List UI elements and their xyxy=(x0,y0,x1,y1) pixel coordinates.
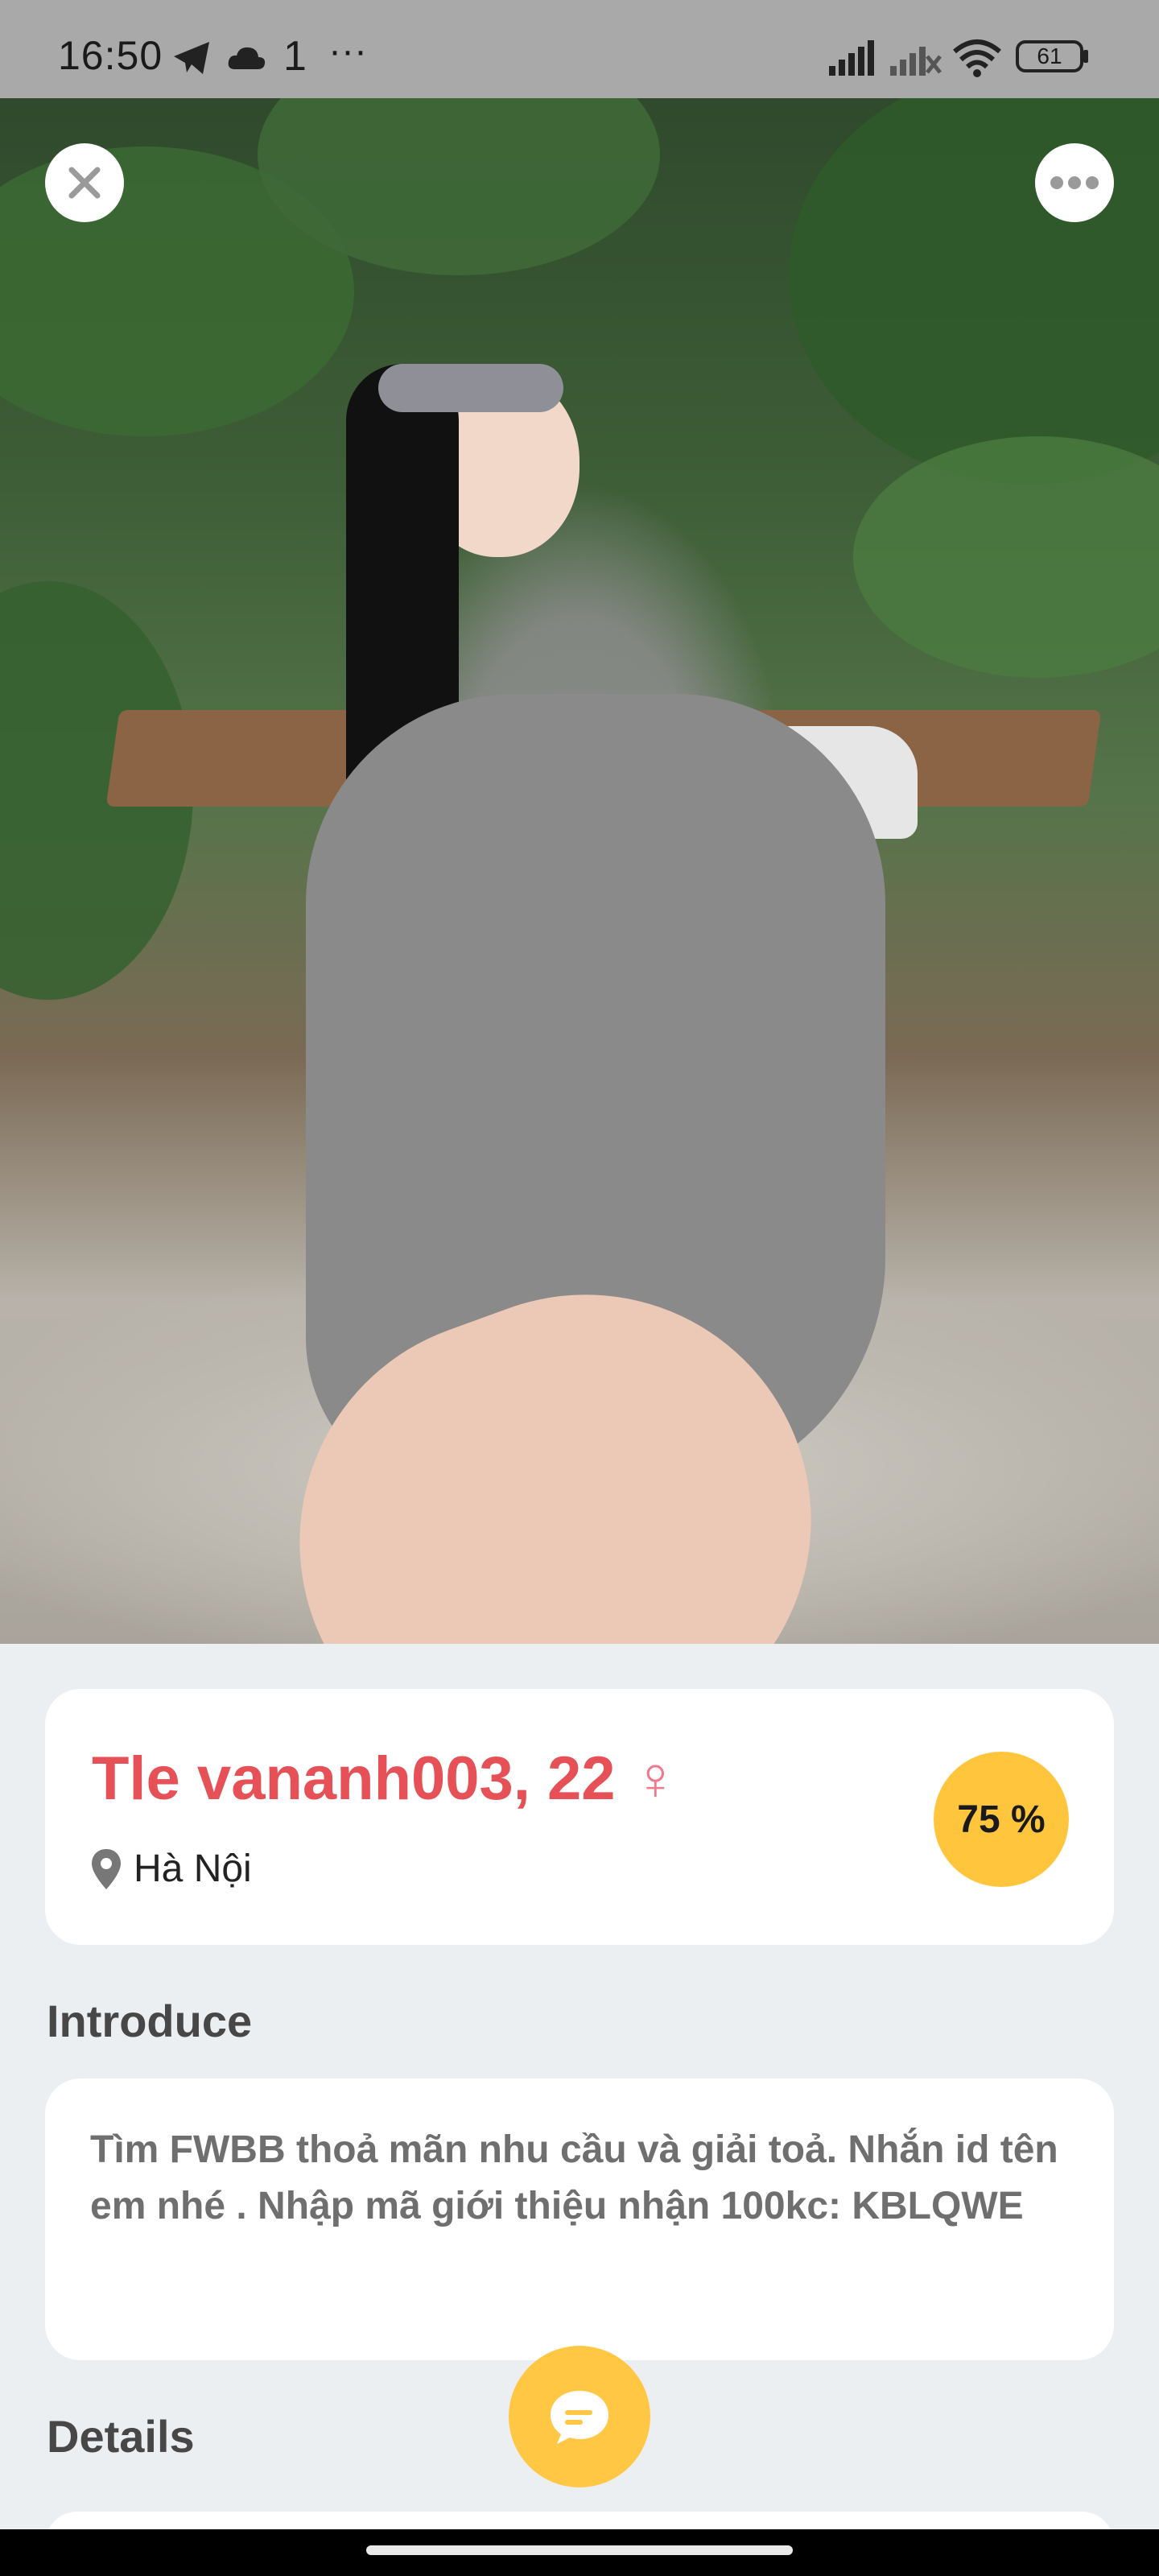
status-extra: 1 xyxy=(283,33,307,80)
cloud-icon xyxy=(228,47,266,69)
profile-name-age: Tle vananh003, 22 xyxy=(92,1744,616,1813)
signal-icon xyxy=(829,40,874,76)
introduce-title: Introduce xyxy=(47,1996,253,2046)
telegram-icon xyxy=(174,42,209,74)
battery-level: 61 xyxy=(1037,43,1062,68)
profile-photo[interactable] xyxy=(0,98,1159,1644)
wifi-icon xyxy=(953,39,1001,77)
more-options-button[interactable] xyxy=(1035,143,1114,222)
status-time: 16:50 xyxy=(58,33,163,78)
profile-name-row: Tle vananh003, 22 ♀ xyxy=(92,1744,678,1814)
close-button[interactable] xyxy=(45,143,124,222)
signal-muted-icon xyxy=(890,47,942,76)
chat-icon xyxy=(551,2391,608,2444)
system-nav-bar xyxy=(0,2529,1159,2576)
battery-icon: 61 xyxy=(1016,40,1083,72)
headband xyxy=(378,364,563,412)
chat-button[interactable] xyxy=(509,2346,650,2487)
match-badge: 75 % xyxy=(934,1752,1069,1887)
battery-tip xyxy=(1083,50,1088,63)
location-text: Hà Nội xyxy=(134,1847,252,1890)
close-icon xyxy=(68,167,101,199)
female-icon: ♀ xyxy=(632,1744,678,1813)
status-more: ··· xyxy=(328,30,367,72)
profile-card: Tle vananh003, 22 ♀ Hà Nội 75 % xyxy=(45,1689,1114,1945)
home-indicator[interactable] xyxy=(366,2545,793,2555)
more-icon xyxy=(1050,176,1099,189)
introduce-card: Tìm FWBB thoả mãn nhu cầu và giải toả. N… xyxy=(45,2079,1114,2360)
location-row: Hà Nội xyxy=(90,1847,252,1891)
introduce-text: Tìm FWBB thoả mãn nhu cầu và giải toả. N… xyxy=(90,2128,1058,2227)
details-title: Details xyxy=(47,2411,195,2462)
location-pin-icon xyxy=(92,1848,121,1889)
status-bar: 16:50 1 ··· 61 xyxy=(0,0,1159,98)
